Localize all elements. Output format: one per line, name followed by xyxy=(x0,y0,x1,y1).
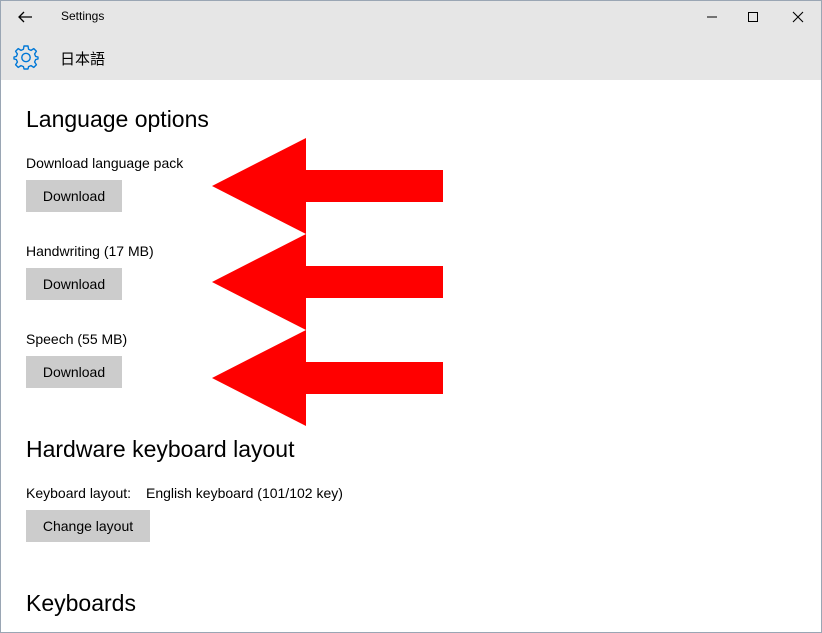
minimize-button[interactable] xyxy=(689,1,735,33)
minimize-icon xyxy=(707,16,717,18)
gear-icon xyxy=(13,45,39,70)
change-layout-button[interactable]: Change layout xyxy=(26,510,150,542)
red-arrow-icon xyxy=(212,330,443,426)
maximize-icon xyxy=(748,12,758,22)
close-button[interactable] xyxy=(775,1,821,33)
keyboard-layout-label: Keyboard layout: xyxy=(26,485,132,501)
language-pack-label: Download language pack xyxy=(26,155,184,171)
speech-label: Speech (55 MB) xyxy=(26,331,128,347)
red-arrow-icon xyxy=(212,138,443,234)
keyboard-layout-value: English keyboard (101/102 key) xyxy=(146,485,343,501)
page-title: 日本語 xyxy=(60,51,106,68)
hardware-keyboard-title: Hardware keyboard layout xyxy=(26,436,295,462)
page-header: 日本語 xyxy=(1,33,821,80)
title-bar: Settings xyxy=(1,1,821,33)
window-title: Settings xyxy=(61,9,105,23)
handwriting-label: Handwriting (17 MB) xyxy=(26,243,154,259)
back-arrow-icon xyxy=(18,11,32,23)
download-language-pack-button[interactable]: Download xyxy=(26,180,122,212)
keyboards-title: Keyboards xyxy=(26,590,136,616)
red-arrow-icon xyxy=(212,234,443,330)
download-speech-button[interactable]: Download xyxy=(26,356,122,388)
back-button[interactable] xyxy=(9,3,41,31)
maximize-button[interactable] xyxy=(730,1,776,33)
download-handwriting-button[interactable]: Download xyxy=(26,268,122,300)
close-icon xyxy=(792,11,804,23)
settings-window: Settings 日本語 Language options Download l… xyxy=(0,0,822,633)
settings-content: Language options Download language pack … xyxy=(1,80,821,632)
language-options-title: Language options xyxy=(26,106,209,132)
